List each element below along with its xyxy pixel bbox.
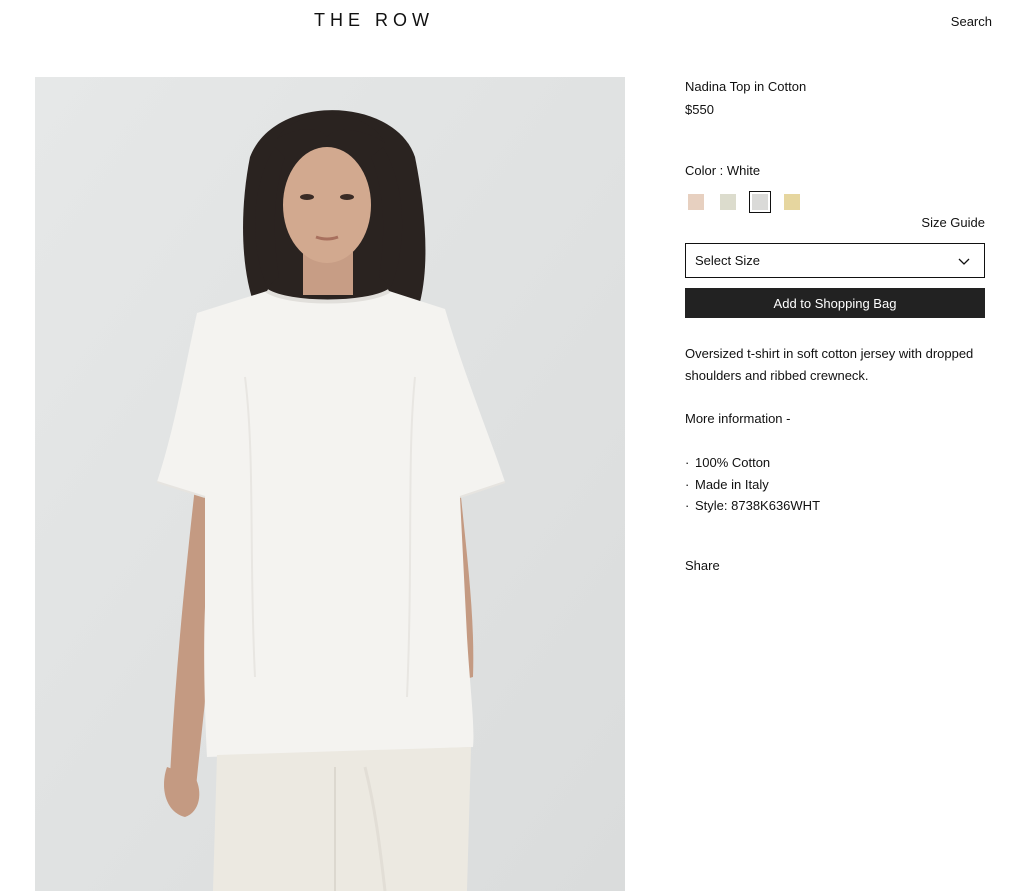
size-select-value: Select Size	[695, 253, 761, 268]
swatch-sage[interactable]	[717, 191, 739, 213]
search-link[interactable]: Search	[951, 14, 992, 29]
color-swatches	[685, 191, 813, 213]
size-guide-link[interactable]: Size Guide	[921, 215, 985, 230]
more-information-toggle[interactable]: More information -	[685, 411, 790, 426]
site-header: THE ROW Search	[0, 0, 1024, 60]
model-illustration	[35, 77, 625, 891]
product-photo	[35, 77, 625, 891]
product-description: Oversized t-shirt in soft cotton jersey …	[685, 346, 974, 383]
bullet: ·	[685, 476, 690, 492]
swatch-blush[interactable]	[685, 191, 707, 213]
detail-text: Style: 8738K636WHT	[695, 498, 821, 513]
share-link[interactable]: Share	[685, 558, 720, 573]
swatch-butter[interactable]	[781, 191, 803, 213]
detail-text: Made in Italy	[695, 476, 769, 492]
detail-item: · Made in Italy	[685, 474, 820, 496]
product-name: Nadina Top in Cotton	[685, 79, 807, 94]
swatch-sage-fill	[720, 194, 736, 210]
bullet: ·	[685, 498, 690, 513]
swatch-butter-fill	[784, 194, 800, 210]
chevron-down-icon	[958, 255, 970, 270]
detail-item: · 100% Cotton	[685, 452, 820, 474]
swatch-white[interactable]	[749, 191, 771, 213]
color-label: Color : White	[685, 163, 761, 178]
product-price: $550	[685, 102, 714, 117]
bullet: ·	[685, 455, 690, 470]
detail-text: 100% Cotton	[695, 455, 771, 470]
size-select[interactable]: Select Size	[685, 243, 985, 278]
swatch-blush-fill	[688, 194, 704, 210]
product-details-list: · 100% Cotton · Made in Italy · Style: 8738…	[685, 452, 820, 517]
detail-item: · Style: 8738K636WHT	[685, 495, 820, 517]
swatch-white-fill	[752, 194, 768, 210]
brand-logo[interactable]: THE ROW	[314, 10, 434, 31]
add-to-bag-button[interactable]: Add to Shopping Bag	[685, 288, 985, 318]
